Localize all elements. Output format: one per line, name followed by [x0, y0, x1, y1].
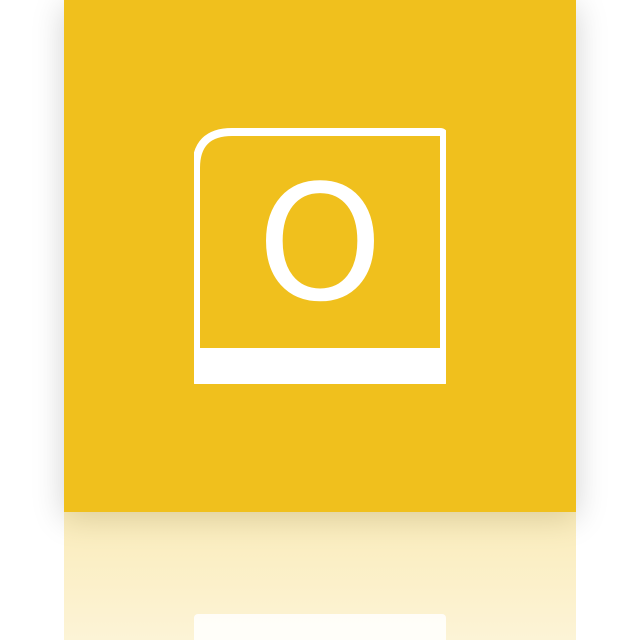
logo-letter: O	[257, 150, 383, 337]
outlook-app-icon: O	[192, 128, 448, 386]
reflection-logo-bar	[194, 614, 446, 640]
tile-reflection	[64, 512, 576, 640]
